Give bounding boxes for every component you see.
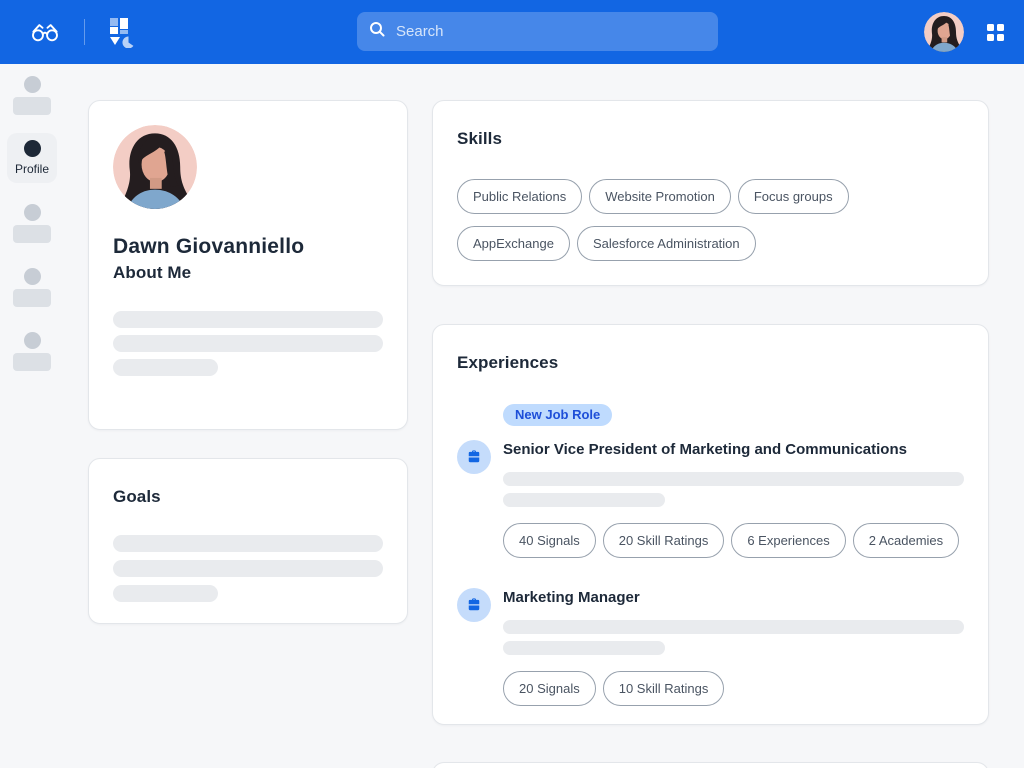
sidebar-nav: Profile: [0, 64, 64, 768]
profile-name: Dawn Giovanniello: [113, 235, 305, 258]
search-bar[interactable]: [357, 12, 718, 51]
skill-pill[interactable]: AppExchange: [457, 226, 570, 261]
goals-card: Goals: [88, 458, 408, 624]
stat-pill[interactable]: 20 Signals: [503, 671, 596, 706]
skeleton-label: [13, 225, 51, 243]
experience-title: Senior Vice President of Marketing and C…: [503, 441, 907, 458]
skeleton-line: [503, 641, 665, 655]
sidebar-item-profile[interactable]: Profile: [7, 133, 57, 183]
user-avatar[interactable]: [924, 12, 964, 52]
stat-pill[interactable]: 2 Academies: [852, 523, 960, 558]
search-input[interactable]: [396, 23, 706, 40]
experience-stats: 40 Signals 20 Skill Ratings 6 Experience…: [503, 523, 964, 558]
experiences-card: Experiences New Job Role Senior Vice Pre…: [432, 324, 989, 725]
briefcase-icon: [457, 588, 491, 622]
badge-row: New Job Role: [503, 404, 964, 426]
sidebar-item-skeleton: [0, 204, 64, 243]
new-job-role-badge: New Job Role: [503, 404, 613, 426]
skeleton-icon: [23, 76, 41, 93]
skeleton-icon: [23, 268, 41, 285]
top-navbar: [0, 0, 1024, 64]
stat-pill[interactable]: 6 Experiences: [731, 523, 846, 558]
experience-body: Senior Vice President of Marketing and C…: [503, 440, 964, 558]
navbar-divider: [84, 19, 85, 45]
navbar-right: [924, 0, 1024, 64]
skeleton-line: [113, 535, 383, 552]
search-icon: [369, 21, 385, 42]
glasses-logo-icon[interactable]: [30, 21, 60, 43]
experience-list: New Job Role Senior Vice President of Ma…: [457, 404, 964, 706]
skeleton-line: [503, 493, 665, 507]
experience-entry: New Job Role Senior Vice President of Ma…: [457, 404, 964, 558]
briefcase-icon: [457, 440, 491, 474]
experiences-heading: Experiences: [457, 353, 559, 372]
about-me-skeleton: [113, 311, 383, 376]
skill-pill[interactable]: Website Promotion: [589, 179, 731, 214]
skeleton-line: [113, 311, 383, 328]
profile-nav-icon: [23, 140, 41, 157]
navbar-left: [0, 0, 137, 64]
experience-entry: Marketing Manager 20 Signals 10 Skill Ra…: [457, 588, 964, 706]
skill-pill[interactable]: Salesforce Administration: [576, 226, 756, 261]
about-me-heading: About Me: [113, 263, 192, 282]
profile-photo: [113, 125, 197, 209]
skill-pill[interactable]: Public Relations: [457, 179, 583, 214]
sidebar-item-skeleton: [0, 76, 64, 115]
experience-title: Marketing Manager: [503, 589, 640, 606]
goals-skeleton: [113, 535, 383, 602]
app-window: Profile: [0, 0, 1024, 768]
skill-pill[interactable]: Focus groups: [737, 179, 849, 214]
stat-pill[interactable]: 20 Skill Ratings: [602, 523, 725, 558]
stat-pill[interactable]: 10 Skill Ratings: [602, 671, 725, 706]
skeleton-line: [113, 585, 219, 602]
apps-grid-icon[interactable]: [987, 23, 1004, 41]
sidebar-item-skeleton: [0, 268, 64, 307]
skeleton-label: [13, 353, 51, 371]
skills-card: Skills Public Relations Website Promotio…: [432, 100, 989, 286]
sidebar-item-label: Profile: [14, 162, 49, 176]
skeleton-line: [503, 620, 964, 634]
skeleton-label: [13, 289, 51, 307]
sidebar-item-skeleton: [0, 332, 64, 371]
skeleton-icon: [23, 204, 41, 221]
next-card-partial: [432, 762, 989, 768]
stat-pill[interactable]: 40 Signals: [503, 523, 596, 558]
experience-body: Marketing Manager 20 Signals 10 Skill Ra…: [503, 588, 964, 706]
skeleton-line: [113, 560, 383, 577]
experience-stats: 20 Signals 10 Skill Ratings: [503, 671, 964, 706]
brand-logo-icon[interactable]: [107, 16, 137, 49]
skeleton-line: [503, 472, 964, 486]
goals-heading: Goals: [113, 487, 161, 506]
skills-list: Public Relations Website Promotion Focus…: [457, 179, 964, 261]
profile-card: Dawn Giovanniello About Me: [88, 100, 408, 430]
skeleton-line: [113, 335, 383, 352]
skeleton-line: [113, 359, 219, 376]
skills-heading: Skills: [457, 129, 503, 148]
skeleton-label: [13, 97, 51, 115]
skeleton-icon: [23, 332, 41, 349]
